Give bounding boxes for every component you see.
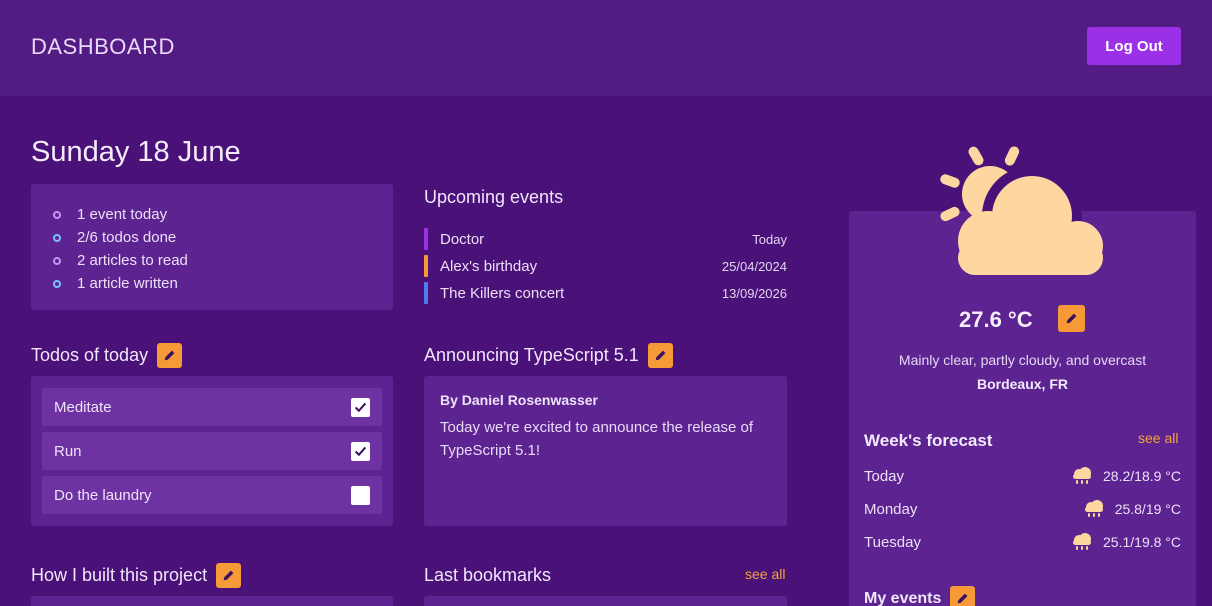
todo-item[interactable]: Run <box>42 432 382 470</box>
event-color-bar <box>424 228 428 250</box>
rain-cloud-icon <box>1073 533 1092 550</box>
forecast-see-all-link[interactable]: see all <box>1138 430 1178 446</box>
todo-checkbox[interactable] <box>351 485 370 505</box>
top-bar: DASHBOARD Log Out <box>0 0 1212 96</box>
event-item[interactable]: Doctor Today <box>424 227 787 251</box>
forecast-row: Monday 25.8/19 °C <box>864 500 1181 518</box>
edit-todos-button[interactable] <box>157 343 183 368</box>
forecast-row: Today 28.2/18.9 °C <box>864 467 1181 485</box>
bookmarks-card <box>424 596 787 606</box>
todo-checkbox[interactable] <box>351 441 370 461</box>
bullet-icon <box>53 256 61 265</box>
temperature: 27.6 °C <box>959 307 1033 332</box>
bullet-icon <box>53 233 61 242</box>
checkmark-icon <box>354 446 367 456</box>
project-title: How I built this project <box>31 563 242 588</box>
checkmark-icon <box>354 402 367 412</box>
bookmarks-title: Last bookmarks <box>424 565 552 585</box>
todos-title: Todos of today <box>31 343 183 368</box>
partly-cloudy-icon <box>940 146 1103 275</box>
rain-cloud-icon <box>1084 500 1103 517</box>
edit-article-button[interactable] <box>647 343 673 368</box>
edit-weather-button[interactable] <box>1058 305 1085 332</box>
summary-card: 1 event today 2/6 todos done 2 articles … <box>31 184 393 310</box>
pencil-icon <box>958 593 968 604</box>
edit-my-events-button[interactable] <box>950 586 976 606</box>
article-card[interactable]: By Daniel Rosenwasser Today we're excite… <box>424 376 787 526</box>
project-card <box>31 596 393 606</box>
weather-description: Mainly clear, partly cloudy, and overcas… <box>898 352 1147 368</box>
my-events-title: My events <box>864 586 976 606</box>
article-author: By Daniel Rosenwasser <box>440 392 598 408</box>
summary-item: 1 article written <box>53 272 393 295</box>
page-date: Sunday 18 June <box>31 136 241 168</box>
article-body: Today we're excited to announce the rele… <box>440 419 754 459</box>
todos-card: Meditate Run Do the laundry <box>31 376 393 526</box>
pencil-icon <box>655 350 666 361</box>
pencil-icon <box>223 570 234 581</box>
summary-item: 2 articles to read <box>53 249 393 272</box>
bullet-icon <box>53 279 61 288</box>
bookmarks-see-all-link[interactable]: see all <box>745 566 785 582</box>
app-title: DASHBOARD <box>31 34 175 59</box>
article-title: Announcing TypeScript 5.1 <box>424 343 673 368</box>
event-item[interactable]: The Killers concert 13/09/2026 <box>424 281 787 305</box>
weather-location: Bordeaux, FR <box>976 376 1068 392</box>
upcoming-events-title: Upcoming events <box>424 187 564 207</box>
forecast-row: Tuesday 25.1/19.8 °C <box>864 533 1181 551</box>
summary-item: 2/6 todos done <box>53 226 393 249</box>
edit-project-button[interactable] <box>216 563 242 588</box>
todo-item[interactable]: Meditate <box>42 388 382 426</box>
upcoming-events-list: Doctor Today Alex's birthday 25/04/2024 … <box>424 227 787 308</box>
event-item[interactable]: Alex's birthday 25/04/2024 <box>424 254 787 278</box>
todo-item[interactable]: Do the laundry <box>42 476 382 514</box>
rain-cloud-icon <box>1073 467 1092 484</box>
event-color-bar <box>424 282 428 304</box>
pencil-icon <box>164 350 175 361</box>
logout-button[interactable]: Log Out <box>1087 27 1181 65</box>
event-color-bar <box>424 255 428 277</box>
todo-checkbox[interactable] <box>351 397 370 417</box>
pencil-icon <box>1066 313 1077 324</box>
summary-item: 1 event today <box>53 203 393 226</box>
bullet-icon <box>53 210 61 219</box>
forecast-title: Week's forecast <box>864 431 993 450</box>
